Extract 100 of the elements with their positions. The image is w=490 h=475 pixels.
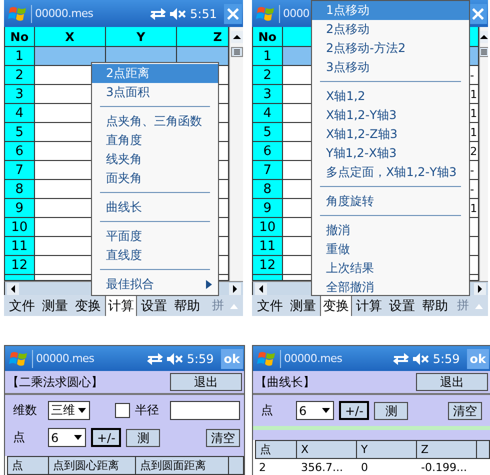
clock-time: 5:51 (190, 6, 217, 20)
row-number: 6 (253, 142, 283, 161)
column-header: X (297, 440, 357, 459)
table-cell-text: 2 (258, 460, 267, 475)
dropdown[interactable]: 6 (296, 401, 334, 420)
table-cell[interactable]: 2 (469, 142, 479, 161)
menu-item[interactable]: X轴1,2-Y轴3 (312, 106, 469, 125)
column-header: Y (357, 440, 417, 459)
menu-item[interactable]: 撤消 (312, 221, 469, 240)
table-cell-text: -0.199... (420, 460, 468, 475)
table-cell[interactable]: 1 (469, 85, 479, 104)
row-number: 9 (5, 199, 35, 218)
menu-item[interactable]: 平面度 (92, 227, 218, 246)
menu-item[interactable]: 全部撤消 (312, 278, 469, 297)
menu-item[interactable]: 2点距离 (92, 64, 218, 83)
checkbox-label: 半径 (135, 402, 159, 419)
table-cell[interactable]: - (469, 180, 479, 199)
menu-bar-item[interactable]: 帮助 (419, 294, 451, 316)
menu-item[interactable]: 线夹角 (92, 150, 218, 169)
menu-bar-item[interactable]: 文件 (254, 294, 286, 316)
column-header: 点到圆面距离 (136, 456, 229, 475)
action-button[interactable]: 测 (126, 428, 160, 446)
field-label: 点 (261, 402, 274, 419)
window-title: 00000.mes (36, 352, 94, 365)
action-button[interactable]: 清空 (206, 428, 240, 446)
menu-item[interactable]: 1点移动 (312, 1, 469, 20)
menu-item[interactable]: 最佳拟合 (92, 275, 218, 294)
row-number: 7 (5, 161, 35, 180)
menu-item[interactable]: 直角度 (92, 131, 218, 150)
window-title: 0000 (283, 7, 310, 20)
menu-bar-item[interactable]: 变换 (320, 294, 352, 316)
dialog-heading: 【二乘法求圆心】 (7, 374, 103, 390)
column-header: X (34, 27, 106, 47)
menu-item[interactable]: 上次结果 (312, 259, 469, 278)
menu-bar-item[interactable]: 设置 (138, 294, 170, 316)
row-number: 8 (253, 180, 283, 199)
menu-bar-item[interactable]: 变换 (72, 294, 104, 316)
table-cell[interactable]: - (469, 161, 479, 180)
row-number: 5 (253, 123, 283, 142)
row-number: 11 (5, 237, 35, 256)
row-number: 1 (253, 47, 283, 66)
row-number: 2 (5, 66, 35, 85)
table-cell[interactable]: - (469, 66, 479, 85)
dropdown[interactable]: 三维 (48, 401, 90, 420)
dialog-heading: 【曲线长】 (255, 374, 315, 390)
row-number: 11 (253, 237, 283, 256)
table-cell-text: 356.7... (300, 460, 344, 475)
menu-item[interactable]: 角度旋转 (312, 192, 469, 211)
table-cell[interactable]: 1 (469, 104, 479, 123)
row-number: 1 (5, 47, 35, 66)
action-button[interactable]: +/- (91, 428, 122, 447)
menu-item[interactable]: 重做 (312, 240, 469, 259)
row-number: 9 (253, 199, 283, 218)
menu-item[interactable]: X轴1,2-Z轴3 (312, 125, 469, 144)
menu-item[interactable]: 3点面积 (92, 83, 218, 102)
table-cell[interactable]: 1 (469, 199, 479, 218)
action-button[interactable]: 测 (374, 402, 408, 420)
row-number: 7 (253, 161, 283, 180)
menu-item[interactable]: Y轴1,2-X轴3 (312, 144, 469, 163)
action-button[interactable]: +/- (339, 401, 370, 420)
column-header: Z (177, 27, 229, 47)
clock-time: 5:59 (432, 352, 460, 366)
row-number: 10 (5, 218, 35, 237)
menu-bar-item[interactable]: 计算 (105, 294, 137, 316)
row-number: 12 (253, 256, 283, 275)
menu-item[interactable]: 面夹角 (92, 169, 218, 188)
table-cell[interactable]: 1 (469, 123, 479, 142)
menu-bar-item[interactable]: 测量 (287, 294, 319, 316)
row-number: 4 (5, 104, 35, 123)
menu-item[interactable]: 直线度 (92, 246, 218, 265)
exit-button[interactable]: 退出 (170, 373, 242, 391)
exit-button[interactable]: 退出 (416, 373, 488, 391)
row-number: 3 (253, 85, 283, 104)
menu-bar-item[interactable]: 计算 (353, 294, 385, 316)
column-header: 点 (255, 440, 297, 459)
dropdown[interactable]: 6 (48, 428, 86, 447)
row-number: 3 (5, 85, 35, 104)
column-header: 点 (7, 456, 49, 475)
table-cell-text: 0 (360, 460, 369, 475)
menu-item[interactable]: 2点移动 (312, 20, 469, 39)
window-title: 00000.mes (284, 352, 342, 365)
menu-item[interactable]: 3点移动 (312, 58, 469, 77)
field-label: 点 (13, 429, 26, 446)
row-number: 6 (5, 142, 35, 161)
clock-time: 5:59 (186, 352, 214, 366)
menu-item[interactable]: 点夹角、三角函数 (92, 112, 218, 131)
menu-bar-item[interactable]: 设置 (386, 294, 418, 316)
action-button[interactable]: 清空 (448, 402, 482, 420)
menu-bar-item[interactable]: 测量 (39, 294, 71, 316)
dropdown-value: 6 (299, 404, 307, 418)
menu-item[interactable]: 多点定面，X轴1,2-Y轴3 (312, 163, 469, 182)
menu-bar-item[interactable]: 帮助 (171, 294, 203, 316)
dropdown-value: 6 (51, 430, 59, 444)
row-number: 10 (253, 218, 283, 237)
menu-item[interactable]: 曲线长 (92, 198, 218, 217)
field-label: 维数 (13, 402, 38, 419)
menu-item[interactable]: X轴1,2 (312, 87, 469, 106)
menu-bar-item[interactable]: 文件 (6, 294, 38, 316)
menu-item[interactable]: 2点移动-方法2 (312, 39, 469, 58)
window-title: 00000.mes (35, 7, 94, 20)
